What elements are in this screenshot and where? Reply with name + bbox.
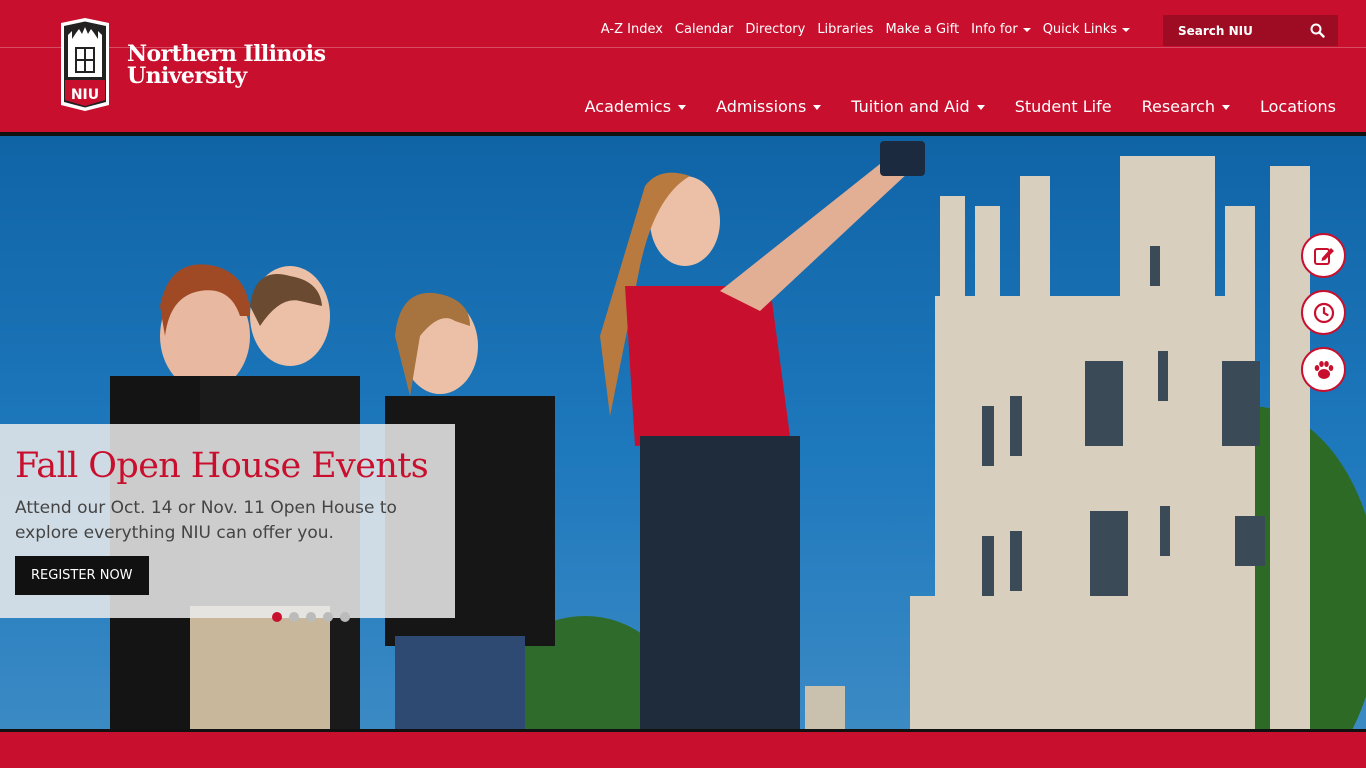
nav-label: Academics: [584, 97, 672, 116]
nav-item-tuition-and-aid[interactable]: Tuition and Aid: [851, 97, 985, 116]
utility-dropdown-quick-links[interactable]: Quick Links: [1043, 22, 1130, 37]
utility-label: Directory: [745, 22, 806, 37]
clock-icon: [1313, 302, 1334, 323]
carousel-dots: [272, 612, 350, 622]
hero-carousel: Fall Open House Events Attend our Oct. 1…: [0, 132, 1366, 732]
utility-label: A-Z Index: [600, 22, 663, 37]
huskie-button[interactable]: [1301, 347, 1346, 392]
utility-link-directory[interactable]: Directory: [745, 22, 805, 37]
utility-label: Quick Links: [1042, 22, 1117, 37]
carousel-dot-2[interactable]: [289, 612, 299, 622]
search-box[interactable]: Search NIU: [1163, 15, 1338, 46]
nav-label: Admissions: [716, 97, 807, 116]
utility-label: Calendar: [674, 22, 734, 37]
nav-item-locations[interactable]: Locations: [1260, 97, 1336, 116]
nav-item-admissions[interactable]: Admissions: [716, 97, 822, 116]
caret-down-icon: [1122, 27, 1130, 32]
university-wordmark: Northern Illinois University: [127, 41, 326, 89]
shield-letters: NIU: [71, 87, 99, 103]
hero-description: Attend our Oct. 14 or Nov. 11 Open House…: [15, 498, 397, 543]
register-now-button[interactable]: REGISTER NOW: [15, 556, 149, 595]
nav-label: Research: [1141, 97, 1215, 116]
caret-down-icon: [678, 105, 687, 110]
caret-down-icon: [1022, 27, 1031, 32]
carousel-dot-5[interactable]: [340, 612, 350, 622]
utility-label: Make a Gift: [885, 22, 960, 37]
utility-link-make-a-gift[interactable]: Make a Gift: [885, 22, 959, 37]
page-bottom-band: [0, 732, 1366, 768]
wordmark-line2: University: [127, 63, 247, 89]
utility-label: Libraries: [817, 22, 874, 37]
carousel-dot-3[interactable]: [306, 612, 316, 622]
hero-title: Fall Open House Events: [15, 446, 429, 486]
caret-down-icon: [813, 105, 822, 110]
caret-down-icon: [1221, 105, 1230, 110]
nav-item-research[interactable]: Research: [1142, 97, 1230, 116]
castle-shield-icon: NIU: [61, 18, 109, 111]
utility-dropdown-info-for[interactable]: Info for: [971, 22, 1031, 37]
nav-item-academics[interactable]: Academics: [584, 97, 687, 116]
carousel-dot-4[interactable]: [323, 612, 333, 622]
utility-label: Info for: [971, 22, 1018, 37]
utility-nav: A-Z Index Calendar Directory Libraries M…: [601, 22, 1130, 37]
utility-link-az-index[interactable]: A-Z Index: [601, 22, 663, 37]
hero-caption-panel: Fall Open House Events Attend our Oct. 1…: [0, 424, 455, 618]
search-icon[interactable]: [1310, 23, 1325, 38]
nav-item-student-life[interactable]: Student Life: [1015, 97, 1112, 116]
nav-label: Student Life: [1014, 97, 1112, 116]
quick-action-buttons: [1301, 233, 1346, 392]
utility-link-calendar[interactable]: Calendar: [675, 22, 733, 37]
edit-icon: [1313, 247, 1334, 265]
apply-button[interactable]: [1301, 233, 1346, 278]
search-label: Search NIU: [1178, 23, 1253, 38]
paw-icon: [1314, 360, 1333, 379]
nav-label: Tuition and Aid: [851, 97, 970, 116]
caret-down-icon: [976, 105, 985, 110]
wordmark-line1: Northern Illinois: [127, 41, 326, 67]
main-nav: Academics Admissions Tuition and Aid Stu…: [585, 97, 1336, 116]
site-header: NIU Northern Illinois University A-Z Ind…: [0, 0, 1366, 132]
utility-link-libraries[interactable]: Libraries: [817, 22, 873, 37]
nav-label: Locations: [1259, 97, 1336, 116]
carousel-dot-1[interactable]: [272, 612, 282, 622]
niu-logo[interactable]: NIU Northern Illinois University: [57, 17, 326, 113]
visit-button[interactable]: [1301, 290, 1346, 335]
